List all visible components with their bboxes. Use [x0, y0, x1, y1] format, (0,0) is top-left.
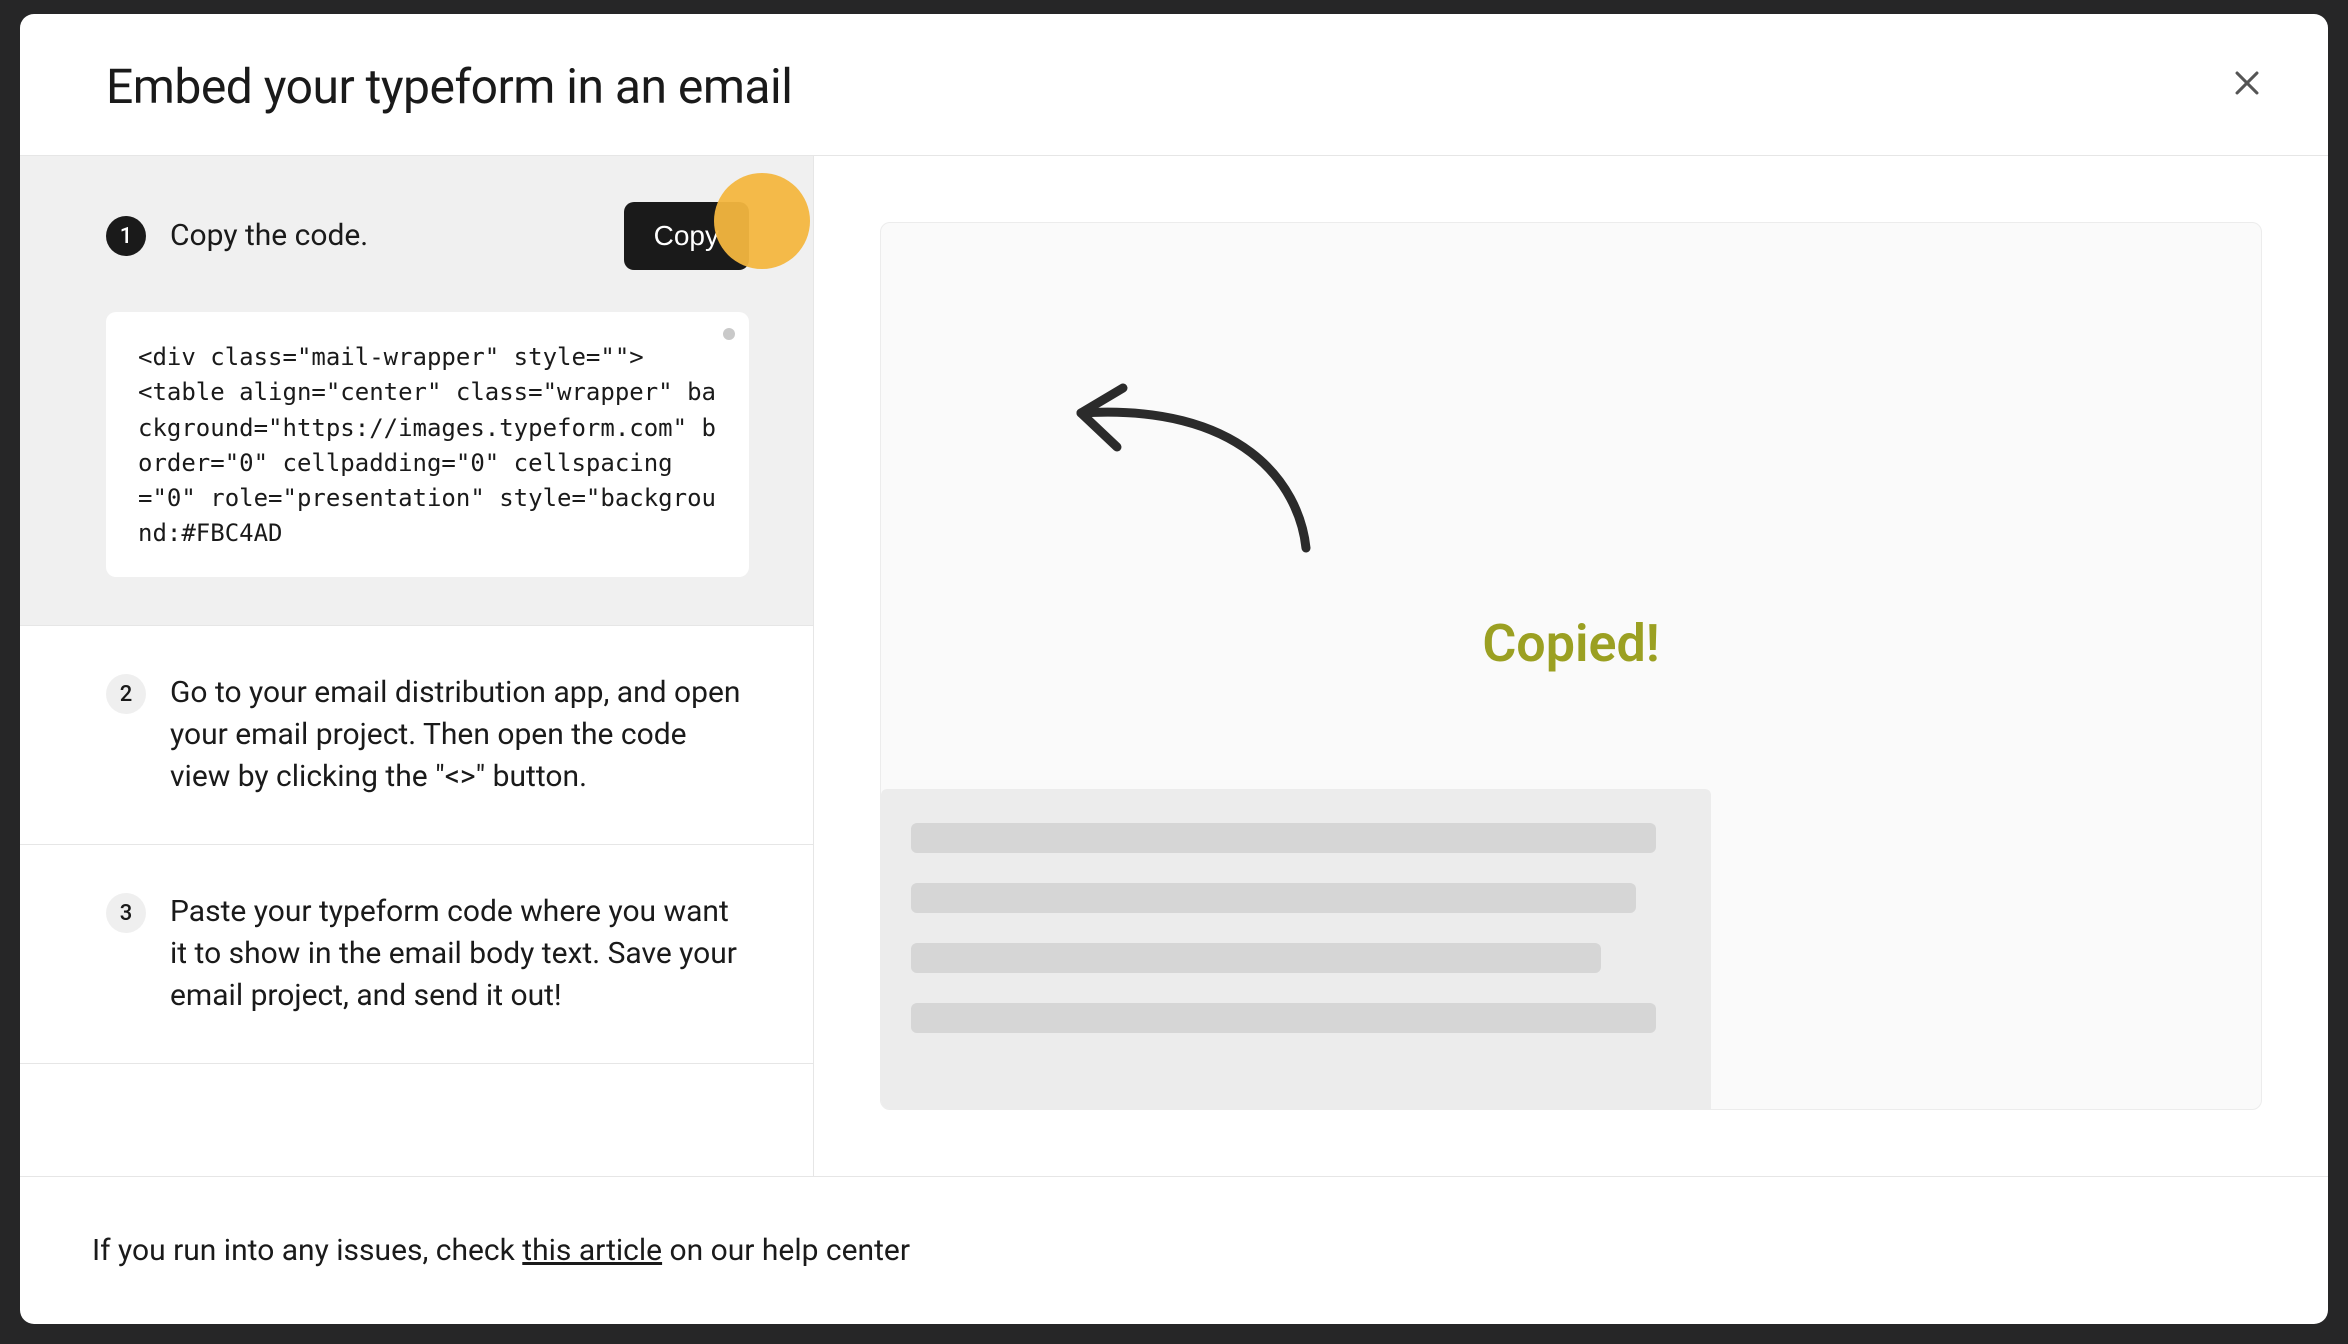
- close-button[interactable]: [2222, 58, 2272, 115]
- arrow-illustration: [1061, 373, 1321, 553]
- step-2-text: Go to your email distribution app, and o…: [170, 672, 749, 798]
- placeholder-line: [911, 883, 1636, 913]
- step-badge-2: 2: [106, 674, 146, 714]
- step-3-text: Paste your typeform code where you want …: [170, 891, 749, 1017]
- footer-prefix: If you run into any issues, check: [92, 1233, 522, 1268]
- steps-column: 1 Copy the code. Copy <div class="mail-w…: [20, 156, 814, 1176]
- copied-toast: Copied!: [881, 613, 2261, 674]
- modal-title: Embed your typeform in an email: [106, 58, 792, 115]
- code-content: <div class="mail-wrapper" style=""> <tab…: [138, 340, 721, 552]
- modal-footer: If you run into any issues, check this a…: [20, 1176, 2328, 1324]
- help-article-link[interactable]: this article: [522, 1233, 662, 1268]
- preview-column: Copied!: [814, 156, 2328, 1176]
- step-1: 1 Copy the code. Copy <div class="mail-w…: [20, 156, 813, 626]
- preview-card: Copied!: [880, 222, 2262, 1110]
- modal-body: 1 Copy the code. Copy <div class="mail-w…: [20, 155, 2328, 1176]
- step-3: 3 Paste your typeform code where you wan…: [20, 845, 813, 1064]
- placeholder-line: [911, 943, 1601, 973]
- placeholder-line: [911, 823, 1656, 853]
- step-2: 2 Go to your email distribution app, and…: [20, 626, 813, 845]
- scrollbar-thumb[interactable]: [723, 328, 735, 340]
- copy-code-button[interactable]: Copy: [624, 202, 749, 270]
- close-icon: [2230, 65, 2264, 109]
- step-badge-3: 3: [106, 893, 146, 933]
- embed-email-modal: Embed your typeform in an email 1 Copy t…: [20, 14, 2328, 1324]
- step-1-label: Copy the code.: [170, 215, 600, 257]
- footer-suffix: on our help center: [662, 1233, 910, 1268]
- email-body-placeholder: [881, 789, 1711, 1109]
- step-badge-1: 1: [106, 216, 146, 256]
- code-panel[interactable]: <div class="mail-wrapper" style=""> <tab…: [106, 312, 749, 577]
- placeholder-line: [911, 1003, 1656, 1033]
- modal-header: Embed your typeform in an email: [20, 14, 2328, 155]
